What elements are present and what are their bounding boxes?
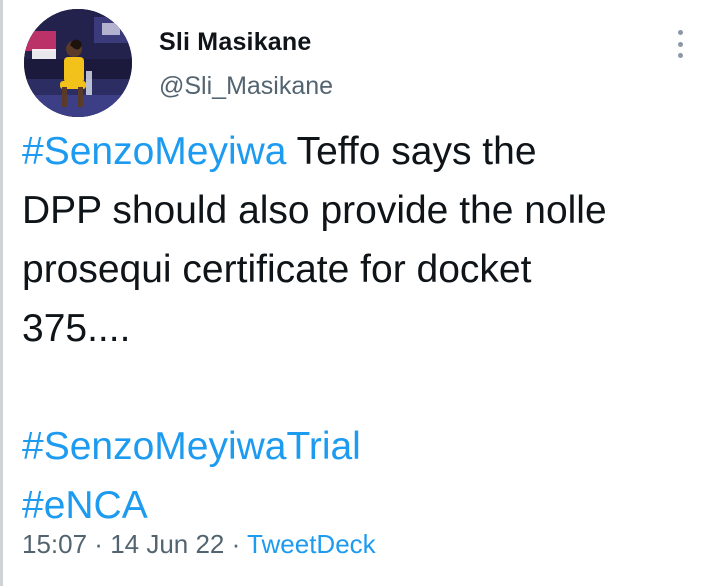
hashtag-senzomeyiwatrial[interactable]: #SenzoMeyiwaTrial	[22, 425, 361, 468]
tweet-line-1: #SenzoMeyiwa Teffo says the	[22, 122, 712, 181]
more-dot	[677, 30, 683, 35]
avatar[interactable]	[24, 9, 132, 117]
tweet-line-hashtag-enca: #eNCA	[22, 476, 712, 535]
tweet-time[interactable]: 15:07	[22, 529, 87, 559]
tweet-line-3: prosequi certificate for docket	[22, 248, 532, 291]
meta-separator: ·	[87, 529, 111, 559]
tweet-date[interactable]: 14 Jun 22	[110, 529, 224, 559]
more-options-icon[interactable]	[668, 28, 692, 60]
author-handle[interactable]: @Sli_Masikane	[159, 72, 333, 101]
tweet-line-2: DPP should also provide the nolle	[22, 189, 607, 232]
tweet-card: Sli Masikane @Sli_Masikane #SenzoMeyiwa …	[0, 0, 720, 586]
tweet-line-hashtag-trial: #SenzoMeyiwaTrial	[22, 417, 712, 476]
tweet-text-fragment: Teffo says the	[286, 130, 537, 173]
tweet-text: #SenzoMeyiwa Teffo says the DPP should a…	[22, 122, 712, 535]
meta-separator: ·	[224, 529, 248, 559]
more-dot	[677, 41, 683, 47]
tweet-source-link[interactable]: TweetDeck	[247, 529, 376, 559]
more-dot	[677, 53, 683, 58]
author-name[interactable]: Sli Masikane	[159, 28, 311, 57]
hashtag-senzomeyiwa[interactable]: #SenzoMeyiwa	[22, 130, 286, 173]
tweet-line-4: 375....	[22, 307, 131, 350]
tweet-meta: 15:07 · 14 Jun 22 · TweetDeck	[22, 529, 376, 560]
hashtag-enca[interactable]: #eNCA	[22, 484, 148, 527]
